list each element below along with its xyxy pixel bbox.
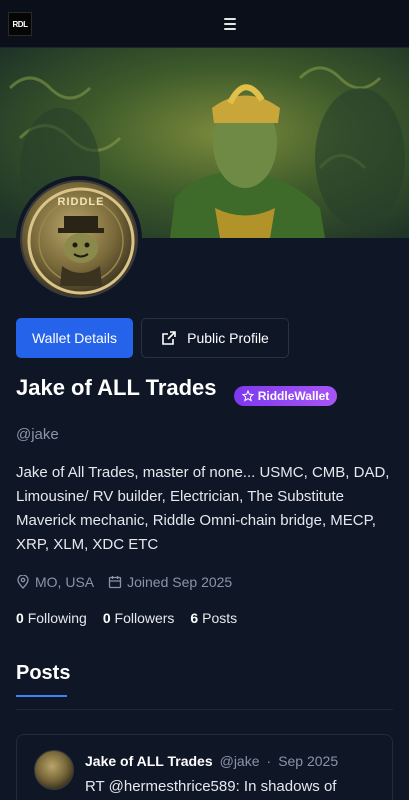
calendar-icon xyxy=(108,576,122,589)
wallet-details-button[interactable]: Wallet Details xyxy=(16,318,133,358)
location-text: MO, USA xyxy=(35,574,95,590)
followers-label: Followers xyxy=(114,610,175,626)
post-card[interactable]: Jake of ALL Trades @jake · Sep 2025 RT @… xyxy=(16,734,393,800)
post-date: Sep 2025 xyxy=(278,753,339,769)
post-author-avatar[interactable] xyxy=(34,750,74,790)
profile-bio: Jake of All Trades, master of none... US… xyxy=(16,464,390,553)
post-author-handle[interactable]: @jake xyxy=(220,753,260,769)
profile-name: Jake of ALL Trades xyxy=(16,375,217,400)
post-text: RT @hermesthrice589: In shadows of xyxy=(85,778,337,795)
top-nav-bar: RDL xyxy=(0,0,409,48)
badge-label: RiddleWallet xyxy=(257,389,330,403)
post-separator: · xyxy=(266,753,272,769)
following-count: 0 xyxy=(16,610,24,626)
following-label: Following xyxy=(27,610,87,626)
post-header: Jake of ALL Trades @jake · Sep 2025 xyxy=(85,753,338,769)
hamburger-menu-icon[interactable] xyxy=(222,16,238,32)
following-stat[interactable]: 0 Following xyxy=(16,610,87,626)
public-profile-label: Public Profile xyxy=(187,330,269,346)
tab-posts[interactable]: Posts xyxy=(16,662,70,685)
posts-count: 6 xyxy=(190,610,199,626)
posts-label: Posts xyxy=(202,610,238,626)
profile-handle: @jake xyxy=(16,426,59,443)
joined-item: Joined Sep 2025 xyxy=(108,574,232,590)
riddlewallet-badge: RiddleWallet xyxy=(234,386,337,406)
location-item: MO, USA xyxy=(16,574,94,590)
followers-count: 0 xyxy=(102,610,111,626)
profile-stats: 0 Following 0 Followers 6 Posts xyxy=(16,610,253,626)
joined-text: Joined Sep 2025 xyxy=(127,574,233,590)
profile-avatar[interactable]: RIDDLE xyxy=(16,176,142,302)
public-profile-button[interactable]: Public Profile xyxy=(141,318,289,358)
post-author-name[interactable]: Jake of ALL Trades xyxy=(85,753,213,769)
tab-active-indicator xyxy=(16,695,67,697)
profile-meta: MO, USA Joined Sep 2025 xyxy=(16,574,246,590)
map-pin-icon xyxy=(17,575,29,589)
avatar-logo-text: RIDDLE xyxy=(57,196,105,208)
section-divider xyxy=(16,709,393,710)
followers-stat[interactable]: 0 Followers xyxy=(103,610,175,626)
star-icon xyxy=(241,390,254,402)
external-link-icon xyxy=(162,331,176,345)
posts-stat[interactable]: 6 Posts xyxy=(190,610,237,626)
app-logo[interactable]: RDL xyxy=(8,12,32,36)
